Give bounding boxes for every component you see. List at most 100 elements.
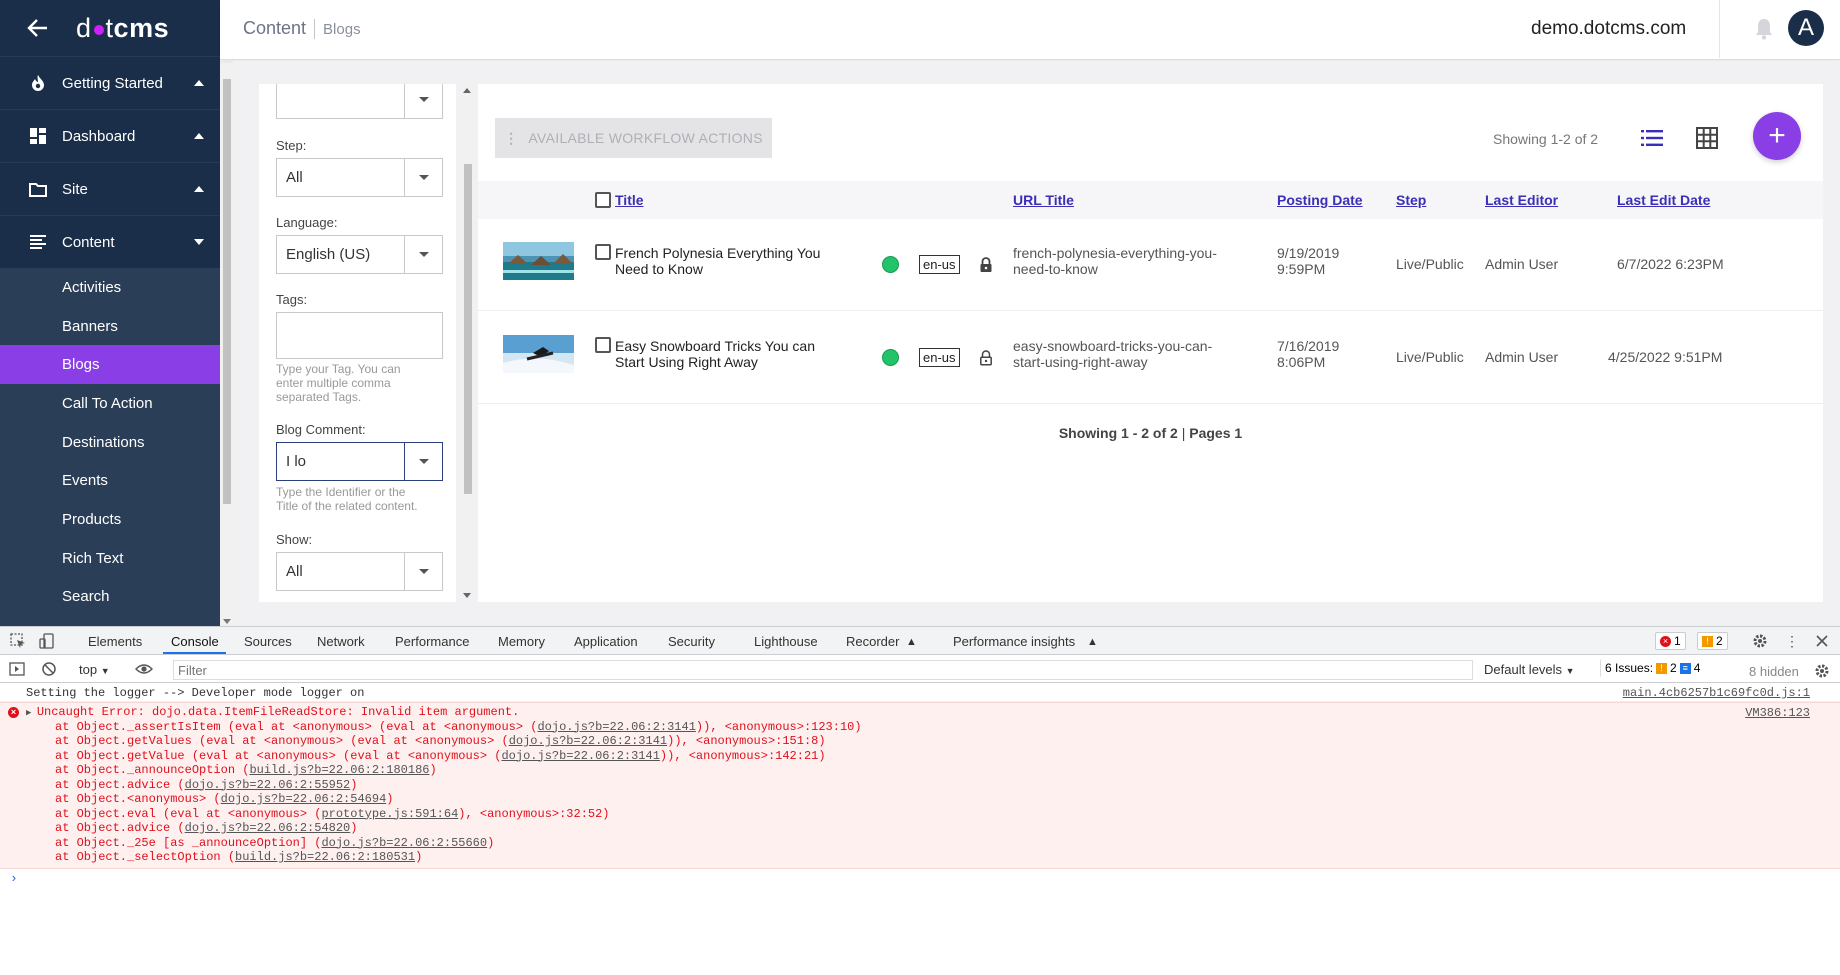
column-title[interactable]: Title xyxy=(615,192,644,208)
tab-recorder[interactable]: Recorder xyxy=(846,634,899,649)
sidebar-item-search[interactable]: Search xyxy=(0,578,220,617)
sidebar-toggle-icon[interactable] xyxy=(9,661,25,677)
tab-elements[interactable]: Elements xyxy=(88,634,142,649)
scroll-up-arrow-icon[interactable] xyxy=(463,88,471,93)
pager-pages[interactable]: Pages 1 xyxy=(1189,425,1242,441)
column-last-edit-date[interactable]: Last Edit Date xyxy=(1617,192,1710,208)
clear-console-icon[interactable] xyxy=(41,661,57,677)
row-checkbox[interactable] xyxy=(595,337,611,353)
show-select[interactable]: All xyxy=(276,552,443,591)
sidebar-item-events[interactable]: Events xyxy=(0,461,220,500)
column-posting-date[interactable]: Posting Date xyxy=(1277,192,1363,208)
warning-count-badge[interactable]: ! 2 xyxy=(1697,632,1728,650)
table-row[interactable]: Easy Snowboard Tricks You can Start Usin… xyxy=(478,312,1823,404)
tab-memory[interactable]: Memory xyxy=(498,634,545,649)
sidebar-item-rich-text[interactable]: Rich Text xyxy=(0,539,220,578)
blog-comment-input[interactable]: I lo xyxy=(277,453,404,470)
stack-source-link[interactable]: dojo.js?b=22.06:2:3141 xyxy=(537,720,695,734)
sidebar-group-dashboard[interactable]: Dashboard xyxy=(0,109,220,162)
issues-badge[interactable]: 6 Issues: ! 2 ≡ 4 xyxy=(1600,659,1705,677)
console-error-entry[interactable]: × VM386:123 ▶ Uncaught Error: dojo.data.… xyxy=(0,702,1840,869)
breadcrumb-root[interactable]: Content xyxy=(243,18,306,38)
tab-security[interactable]: Security xyxy=(668,634,715,649)
tab-network[interactable]: Network xyxy=(317,634,365,649)
site-selector[interactable]: demo.dotcms.com xyxy=(1531,18,1686,40)
sidebar-item-products[interactable]: Products xyxy=(0,500,220,539)
table-row[interactable]: French Polynesia Everything You Need to … xyxy=(478,219,1823,311)
dropdown-arrow-icon[interactable] xyxy=(404,236,442,273)
eye-icon[interactable] xyxy=(135,661,153,677)
console-prompt-input[interactable]: › xyxy=(0,869,1840,889)
dropdown-arrow-icon[interactable] xyxy=(404,443,442,480)
stack-source-link[interactable]: dojo.js?b=22.06:2:3141 xyxy=(501,749,659,763)
context-selector[interactable]: top ▼ xyxy=(79,662,110,677)
column-last-editor[interactable]: Last Editor xyxy=(1485,192,1558,208)
stack-source-link[interactable]: build.js?b=22.06:2:180186 xyxy=(249,763,429,777)
scroll-down-arrow-icon[interactable] xyxy=(463,593,471,598)
sidebar-group-content[interactable]: Content xyxy=(0,215,220,268)
device-toolbar-icon[interactable] xyxy=(39,633,55,649)
select-all-checkbox[interactable] xyxy=(595,192,611,208)
grid-view-icon[interactable] xyxy=(1695,126,1719,150)
blog-comment-select[interactable]: I lo xyxy=(276,442,443,481)
stack-source-link[interactable]: dojo.js?b=22.06:2:3141 xyxy=(509,734,667,748)
tab-console[interactable]: Console xyxy=(171,634,219,649)
sidebar-item-blogs[interactable]: Blogs xyxy=(0,345,220,385)
inspect-element-icon[interactable] xyxy=(10,633,26,649)
dotcms-logo[interactable]: d t cms xyxy=(76,13,169,44)
error-count-badge[interactable]: × 1 xyxy=(1655,632,1686,650)
settings-gear-icon[interactable] xyxy=(1752,633,1768,649)
log-source-link[interactable]: main.4cb6257b1c69fc0d.js:1 xyxy=(1623,684,1810,702)
tab-sources[interactable]: Sources xyxy=(244,634,292,649)
sidebar-scrollbar[interactable] xyxy=(220,61,233,626)
tab-performance-insights[interactable]: Performance insights xyxy=(953,634,1075,649)
column-step[interactable]: Step xyxy=(1396,192,1426,208)
dropdown-arrow-icon[interactable] xyxy=(404,159,442,196)
sidebar-item-activities[interactable]: Activities xyxy=(0,268,220,307)
sidebar-group-getting-started[interactable]: Getting Started xyxy=(0,56,220,109)
console-settings-gear-icon[interactable] xyxy=(1814,663,1830,679)
console-filter-input[interactable] xyxy=(173,660,1473,680)
sidebar-item-call-to-action[interactable]: Call To Action xyxy=(0,384,220,423)
tab-lighthouse[interactable]: Lighthouse xyxy=(754,634,818,649)
tab-application[interactable]: Application xyxy=(574,634,638,649)
stack-source-link[interactable]: build.js?b=22.06:2:180531 xyxy=(235,850,415,864)
scroll-down-arrow-icon[interactable] xyxy=(223,619,231,624)
step-select[interactable]: All xyxy=(276,158,443,197)
sidebar-item-destinations[interactable]: Destinations xyxy=(0,423,220,462)
log-levels-dropdown[interactable]: Default levels ▼ xyxy=(1484,662,1575,677)
bell-icon[interactable] xyxy=(1754,18,1774,40)
scrollbar-thumb[interactable] xyxy=(464,164,472,494)
stack-source-link[interactable]: dojo.js?b=22.06:2:54694 xyxy=(221,792,387,806)
back-arrow-icon[interactable] xyxy=(0,0,76,56)
more-options-icon[interactable]: ⋮ xyxy=(1784,633,1800,649)
add-content-button[interactable]: + xyxy=(1753,112,1801,160)
close-icon[interactable] xyxy=(1814,633,1830,649)
stack-source-link[interactable]: dojo.js?b=22.06:2:55660 xyxy=(321,836,487,850)
row-title[interactable]: French Polynesia Everything You Need to … xyxy=(615,245,840,277)
language-select[interactable]: English (US) xyxy=(276,235,443,274)
column-url-title[interactable]: URL Title xyxy=(1013,192,1074,208)
sidebar-item-banners[interactable]: Banners xyxy=(0,307,220,346)
thumbnail-image[interactable] xyxy=(503,335,574,373)
list-view-icon[interactable] xyxy=(1640,126,1664,150)
stack-text: ) xyxy=(429,763,437,777)
tab-performance[interactable]: Performance xyxy=(395,634,469,649)
stack-source-link[interactable]: prototype.js:591:64 xyxy=(321,807,458,821)
dropdown-arrow-icon[interactable] xyxy=(404,553,442,590)
stack-source-link[interactable]: dojo.js?b=22.06:2:54820 xyxy=(185,821,351,835)
sidebar-group-site[interactable]: Site xyxy=(0,162,220,215)
expand-triangle-icon[interactable]: ▶ xyxy=(26,708,37,718)
workflow-actions-button[interactable]: ⋮ AVAILABLE WORKFLOW ACTIONS xyxy=(495,118,772,158)
tags-input[interactable] xyxy=(276,312,443,359)
stack-source-link[interactable]: dojo.js?b=22.06:2:55952 xyxy=(185,778,351,792)
row-title[interactable]: Easy Snowboard Tricks You can Start Usin… xyxy=(615,338,840,370)
error-source-link[interactable]: VM386:123 xyxy=(1745,706,1810,720)
dropdown-arrow-icon[interactable] xyxy=(404,84,442,118)
top-select[interactable] xyxy=(276,84,443,119)
row-checkbox[interactable] xyxy=(595,244,611,260)
avatar[interactable]: A xyxy=(1788,10,1824,46)
scrollbar-thumb[interactable] xyxy=(223,79,231,504)
thumbnail-image[interactable] xyxy=(503,242,574,280)
filters-scrollbar[interactable] xyxy=(461,84,474,602)
